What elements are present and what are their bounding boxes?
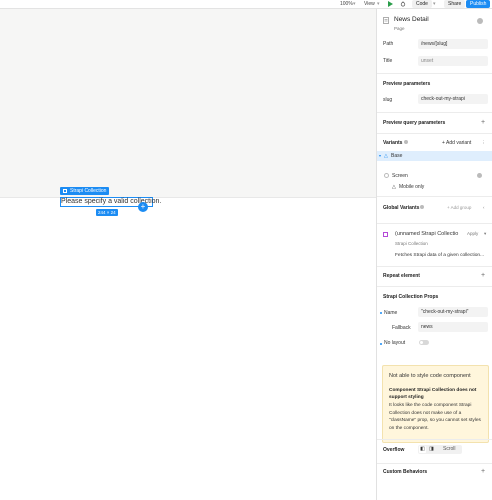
view-menu[interactable]: View bbox=[364, 1, 375, 8]
global-variants-title: Global Variants bbox=[383, 205, 420, 211]
info-icon[interactable] bbox=[477, 18, 483, 24]
collection-instance-name[interactable]: (unnamed Strapi Collectio bbox=[395, 231, 458, 237]
chevron-down-icon: ▾ bbox=[377, 1, 380, 7]
divider bbox=[377, 223, 492, 224]
component-type: Page bbox=[394, 26, 405, 31]
styling-warning-box: Not able to style code component Compone… bbox=[382, 365, 489, 443]
add-query-param-icon[interactable]: + bbox=[481, 119, 485, 126]
collection-description: Fetches Strapi data of a given collectio… bbox=[395, 253, 485, 258]
no-layout-label: No layout bbox=[384, 340, 406, 346]
apply-button[interactable]: Apply bbox=[467, 231, 478, 236]
add-element-button[interactable]: + bbox=[138, 202, 148, 212]
mobile-only-label[interactable]: Mobile only bbox=[399, 184, 424, 190]
collapse-icon[interactable]: ‹ bbox=[483, 205, 485, 210]
divider bbox=[377, 286, 492, 287]
chevron-down-icon: ▾ bbox=[353, 1, 356, 7]
repeat-element-title: Repeat element bbox=[383, 273, 420, 279]
divider bbox=[377, 73, 492, 74]
add-variant-button[interactable]: + Add variant bbox=[442, 140, 471, 146]
publish-button[interactable]: Publish bbox=[466, 0, 491, 8]
caret-icon: ▾ bbox=[379, 153, 382, 158]
fallback-prop-label: Fallback bbox=[392, 325, 411, 331]
more-icon[interactable]: ⋮ bbox=[481, 140, 486, 146]
custom-behaviors-title: Custom Behaviors bbox=[383, 469, 428, 475]
info-icon[interactable] bbox=[420, 205, 424, 209]
screen-variant-label: Screen bbox=[392, 173, 408, 179]
no-layout-toggle[interactable] bbox=[419, 340, 429, 345]
warning-title: Not able to style code component bbox=[389, 373, 471, 379]
path-label: Path bbox=[383, 41, 394, 47]
base-variant-label[interactable]: Base bbox=[391, 153, 402, 159]
divider bbox=[377, 439, 492, 440]
top-toolbar: 100% ▾ View ▾ Code ▾ Share Publish bbox=[0, 0, 492, 9]
properties-panel: News Detail Page Path /news/[slug] Title… bbox=[376, 9, 492, 500]
slug-field[interactable]: check-out-my-strapi bbox=[418, 94, 488, 104]
preview-query-title: Preview query parameters bbox=[383, 120, 446, 126]
divider bbox=[377, 463, 492, 464]
props-title: Strapi Collection Props bbox=[383, 294, 439, 300]
prop-set-indicator bbox=[380, 312, 382, 314]
component-icon bbox=[63, 189, 67, 193]
add-group-button[interactable]: + Add group bbox=[447, 205, 471, 210]
add-repeat-icon[interactable]: + bbox=[481, 272, 485, 279]
code-component-icon bbox=[383, 232, 388, 237]
selection-size-badge: 244 × 24 bbox=[96, 209, 118, 216]
divider bbox=[377, 196, 492, 197]
name-prop-field[interactable]: "check-out-my-strapi" bbox=[418, 307, 488, 317]
slug-label: slug bbox=[383, 97, 393, 103]
title-label: Title bbox=[383, 58, 393, 64]
name-prop-label: Name bbox=[384, 310, 398, 316]
overflow-control: ◧ ◨ Scroll bbox=[418, 445, 462, 454]
divider bbox=[377, 266, 492, 267]
canvas-artboard[interactable] bbox=[0, 9, 376, 197]
chevron-down-icon: ▾ bbox=[484, 231, 487, 236]
overflow-scroll-option[interactable]: Scroll bbox=[443, 446, 456, 453]
screen-variant-radio[interactable] bbox=[384, 173, 389, 178]
page-icon bbox=[383, 17, 389, 26]
code-button[interactable]: Code bbox=[412, 0, 432, 8]
warning-subtitle: Component Strapi Collection does not sup… bbox=[389, 388, 477, 400]
selection-label-text: Strapi Collection bbox=[70, 188, 107, 194]
zoom-level[interactable]: 100% bbox=[340, 1, 353, 8]
overflow-title: Overflow bbox=[383, 447, 405, 453]
overflow-visible-option[interactable]: ◧ bbox=[419, 446, 426, 453]
path-field[interactable]: /news/[slug] bbox=[418, 39, 488, 49]
title-field[interactable]: unset bbox=[418, 56, 488, 66]
overflow-hidden-option[interactable]: ◨ bbox=[428, 446, 435, 453]
share-button[interactable]: Share bbox=[444, 0, 466, 8]
canvas-page[interactable] bbox=[0, 197, 376, 500]
variants-title: Variants bbox=[383, 140, 403, 146]
component-title[interactable]: News Detail bbox=[394, 16, 429, 23]
fallback-prop-field[interactable]: news bbox=[418, 322, 488, 332]
base-variant-icon: △ bbox=[384, 153, 388, 159]
collection-type-label: Strapi Collection bbox=[395, 241, 428, 246]
preview-parameters-title: Preview parameters bbox=[383, 81, 431, 87]
add-behavior-icon[interactable]: + bbox=[481, 468, 485, 475]
mobile-variant-icon: △ bbox=[392, 184, 396, 190]
bug-icon[interactable] bbox=[400, 1, 406, 7]
settings-icon[interactable] bbox=[477, 173, 482, 178]
divider bbox=[377, 112, 492, 113]
divider bbox=[377, 133, 492, 134]
play-icon[interactable] bbox=[388, 1, 393, 7]
prop-set-indicator bbox=[380, 343, 382, 345]
warning-body: It looks like the code component Strapi … bbox=[389, 403, 481, 431]
selection-label[interactable]: Strapi Collection bbox=[60, 187, 110, 195]
chevron-down-icon: ▾ bbox=[433, 1, 436, 7]
info-icon[interactable] bbox=[404, 140, 408, 144]
